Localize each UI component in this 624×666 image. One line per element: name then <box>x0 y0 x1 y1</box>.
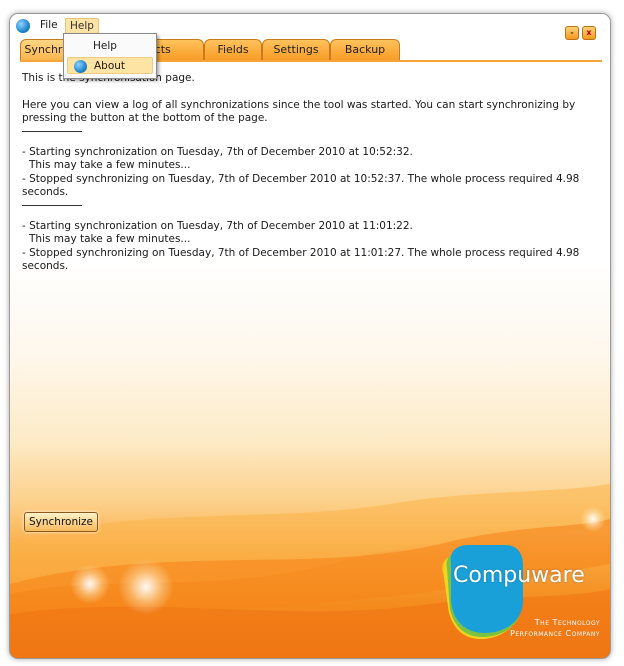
light-glow <box>118 559 174 615</box>
menu-item-about[interactable]: About <box>67 57 153 74</box>
minimize-button[interactable]: - <box>565 26 579 40</box>
log-stop: - Stopped synchronizing on Tuesday, 7th … <box>22 246 580 273</box>
tab-fields[interactable]: Fields <box>204 39 262 60</box>
log-start: - Starting synchronization on Tuesday, 7… <box>22 219 413 232</box>
log-stop: - Stopped synchronizing on Tuesday, 7th … <box>22 172 580 199</box>
app-logo-icon <box>74 60 87 73</box>
help-menu-dropdown: Help About <box>63 33 157 79</box>
tab-settings[interactable]: Settings <box>262 39 330 60</box>
sync-page-content: This is the synchronisation page. Here y… <box>22 72 602 274</box>
menu-file[interactable]: File <box>36 18 62 32</box>
light-glow <box>70 564 110 604</box>
app-logo-icon <box>16 19 30 33</box>
menu-item-about-label: About <box>94 60 126 72</box>
app-window: File Help - x Synchronize Objects Fields… <box>9 13 611 659</box>
light-glow <box>580 506 606 532</box>
divider <box>22 204 82 206</box>
description-text: Here you can view a log of all synchroni… <box>22 98 576 125</box>
menu-help[interactable]: Help <box>65 18 99 34</box>
close-button[interactable]: x <box>582 26 596 40</box>
tagline-line-2: Performance Company <box>510 629 600 638</box>
divider <box>22 130 82 132</box>
log-wait: This may take a few minutes... <box>29 159 191 171</box>
synchronize-button[interactable]: Synchronize <box>24 512 99 532</box>
tagline-line-1: The Technology <box>534 618 600 627</box>
log-wait: This may take a few minutes... <box>29 233 191 245</box>
brand-name: Compuware <box>453 563 585 588</box>
tab-backup[interactable]: Backup <box>330 39 400 60</box>
log-start: - Starting synchronization on Tuesday, 7… <box>22 145 413 158</box>
brand-tagline: The Technology Performance Company <box>478 617 600 639</box>
menu-item-help[interactable]: Help <box>67 38 153 55</box>
